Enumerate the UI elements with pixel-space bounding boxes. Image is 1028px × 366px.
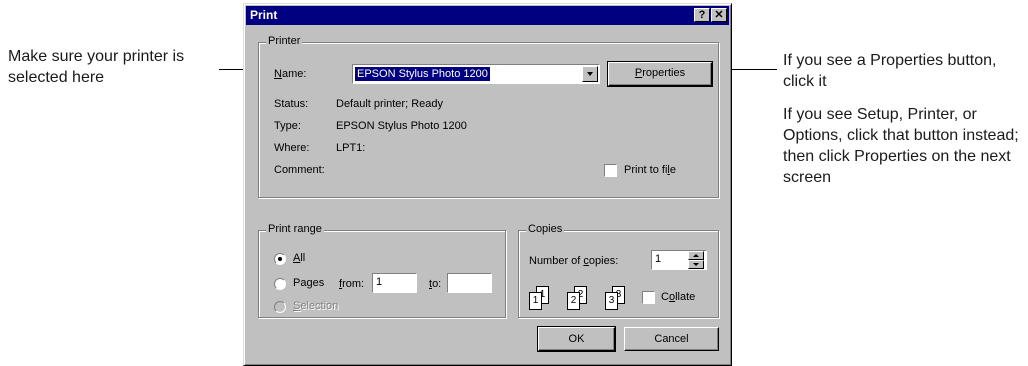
to-label: to: [429, 278, 442, 290]
type-value: EPSON Stylus Photo 1200 [336, 120, 467, 132]
printer-group: Printer Name: EPSON Stylus Photo 1200 Pr… [258, 35, 719, 198]
annotation-right: If you see a Properties button, click it… [783, 50, 1028, 200]
collate-checkbox[interactable] [642, 291, 655, 304]
selection-radio[interactable] [274, 301, 286, 313]
name-label: Name: [274, 68, 307, 80]
copies-group: Copies Number of copies: 1 1 1 2 2 3 3 C… [518, 223, 719, 318]
pages-radio[interactable] [274, 278, 286, 290]
print-to-file-label: Print to file [624, 164, 676, 176]
to-input[interactable] [447, 273, 492, 293]
print-range-legend: Print range [266, 223, 324, 235]
pages-label: Pages [293, 277, 325, 289]
copies-value: 1 [655, 253, 662, 265]
all-label: All [293, 252, 306, 264]
close-icon: ✕ [714, 9, 724, 21]
printer-name-value: EPSON Stylus Photo 1200 [355, 67, 490, 81]
spin-down-icon[interactable] [688, 260, 704, 269]
annotation-left: Make sure your printer is selected here [8, 46, 228, 100]
status-label: Status: [274, 98, 309, 110]
copies-spinner[interactable] [688, 251, 705, 271]
properties-button[interactable]: Properties [607, 61, 713, 87]
from-label: from: [339, 278, 365, 290]
comment-label: Comment: [274, 164, 325, 176]
number-of-copies-label: Number of copies: [529, 255, 619, 267]
page-icon: 2 [567, 292, 580, 310]
copies-legend: Copies [526, 223, 565, 235]
chevron-down-icon[interactable] [582, 66, 598, 82]
status-value: Default printer; Ready [336, 98, 443, 110]
spin-up-icon[interactable] [688, 251, 704, 260]
copies-stepper[interactable]: 1 [651, 250, 707, 270]
where-label: Where: [274, 142, 310, 154]
type-label: Type: [274, 120, 301, 132]
print-dialog: Print ? ✕ Printer Name: EPSON Stylus Pho… [243, 3, 732, 366]
close-button[interactable]: ✕ [711, 8, 727, 22]
page-icon: 3 [605, 292, 618, 310]
annotation-left-text: Make sure your printer is selected here [8, 48, 185, 86]
from-value: 1 [376, 276, 383, 288]
all-radio[interactable] [274, 253, 286, 265]
annotation-right-text-1: If you see a Properties button, click it [783, 52, 997, 90]
print-to-file-checkbox[interactable] [604, 164, 617, 177]
annotation-right-text-2: If you see Setup, Printer, or Options, c… [783, 106, 1019, 186]
dialog-title: Print [250, 8, 278, 22]
where-value: LPT1: [336, 142, 366, 154]
printer-name-select[interactable]: EPSON Stylus Photo 1200 [352, 64, 600, 84]
from-input[interactable]: 1 [372, 273, 417, 293]
ok-button[interactable]: OK [537, 326, 616, 352]
print-range-group: Print range All Pages from: 1 to: Select… [258, 223, 506, 318]
selection-label: Selection [293, 300, 339, 312]
title-bar: Print ? ✕ [246, 6, 729, 25]
printer-group-legend: Printer [266, 35, 303, 47]
collate-label: Collate [661, 291, 696, 303]
cancel-button[interactable]: Cancel [624, 327, 719, 351]
help-icon: ? [698, 9, 706, 21]
page-icon: 1 [529, 292, 542, 310]
help-button[interactable]: ? [694, 8, 710, 22]
